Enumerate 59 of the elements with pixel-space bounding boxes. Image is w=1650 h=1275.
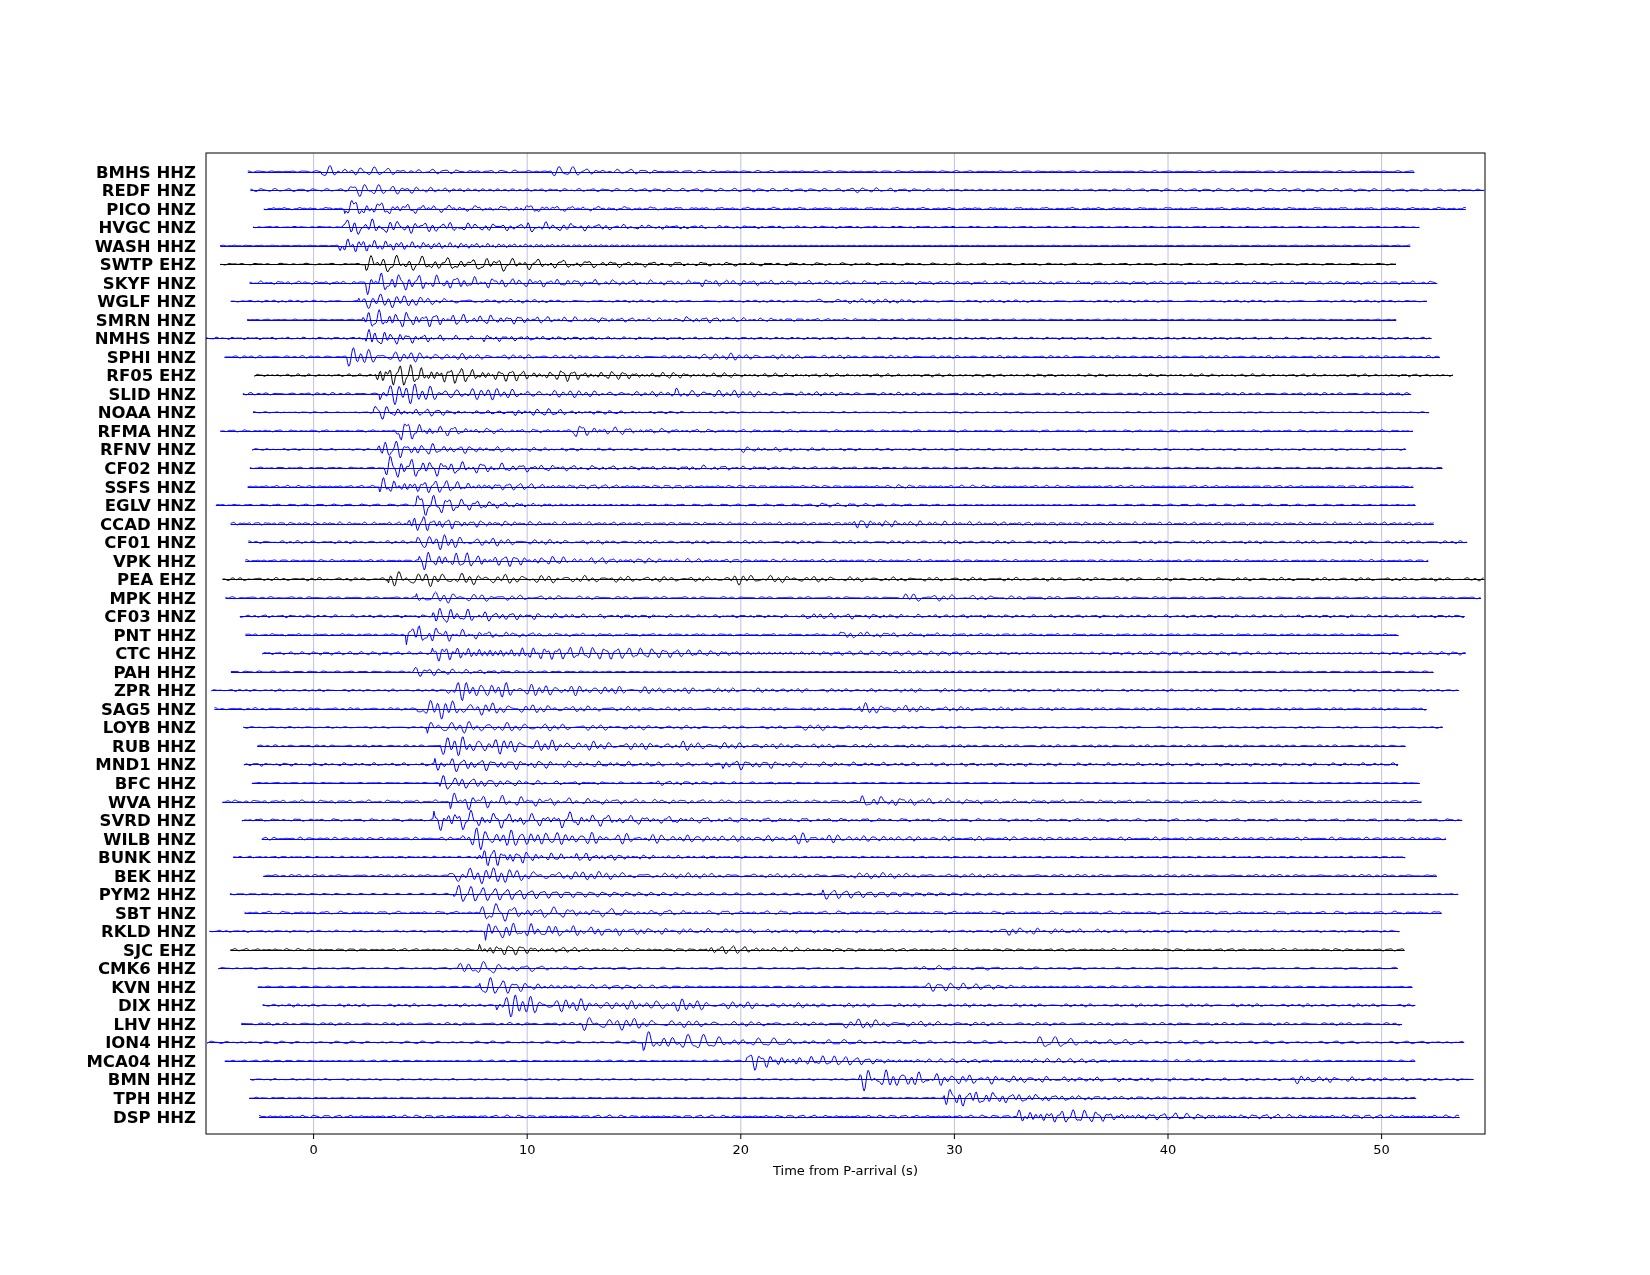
tick-label: 30 xyxy=(946,1142,963,1157)
trace-label: HVGC HNZ xyxy=(98,218,196,238)
trace-label: CF03 HNZ xyxy=(104,607,196,627)
trace-label: RKLD HNZ xyxy=(100,922,196,942)
trace-label: PAH HHZ xyxy=(113,662,196,682)
trace-label: WILB HNZ xyxy=(103,829,196,849)
tick-label: 10 xyxy=(518,1142,536,1157)
trace-label: REDF HNZ xyxy=(101,181,196,201)
tick-label: 40 xyxy=(1159,1142,1177,1157)
trace-label: SJC EHZ xyxy=(123,940,196,960)
trace-label: SBT HNZ xyxy=(114,903,196,923)
trace-label: CMK6 HHZ xyxy=(97,959,196,979)
trace-label: CTC HHZ xyxy=(115,644,196,664)
tick-label: 20 xyxy=(732,1142,750,1157)
trace-label: BEK HHZ xyxy=(114,866,196,886)
trace-label: SVRD HNZ xyxy=(99,811,196,831)
trace-label: SKYF HNZ xyxy=(102,273,196,293)
trace-label: DSP HHZ xyxy=(113,1107,196,1127)
trace-label: ION4 HHZ xyxy=(105,1033,196,1053)
trace-label: BFC HHZ xyxy=(114,773,196,793)
trace-label: RF05 EHZ xyxy=(106,366,196,386)
trace-label: BMHS HHZ xyxy=(96,162,196,182)
trace-label: LOYB HNZ xyxy=(102,718,196,738)
trace-label: TPH HHZ xyxy=(113,1088,196,1108)
tick-label: 0 xyxy=(309,1142,318,1157)
trace-label: WGLF HNZ xyxy=(97,292,196,312)
trace-label: CF02 HNZ xyxy=(104,458,196,478)
trace-label: NOAA HNZ xyxy=(97,403,196,423)
trace-label: MPK HHZ xyxy=(109,588,196,608)
trace-label: ZPR HHZ xyxy=(113,681,196,701)
trace-label: EGLV HNZ xyxy=(104,496,196,516)
trace-label: MND1 HNZ xyxy=(95,755,196,775)
trace-label: PYM2 HHZ xyxy=(98,885,196,905)
trace-label: SAG5 HNZ xyxy=(101,699,196,719)
trace-label: BMN HHZ xyxy=(107,1070,196,1090)
trace-label: CF01 HNZ xyxy=(104,533,196,553)
trace-label: KVN HHZ xyxy=(111,977,196,997)
trace-label: LHV HHZ xyxy=(113,1014,196,1034)
trace-label: PICO HNZ xyxy=(106,199,196,219)
trace-label: CCAD HNZ xyxy=(100,514,196,534)
trace-label: DIX HHZ xyxy=(118,996,196,1016)
trace-label: VPK HHZ xyxy=(113,551,196,571)
trace-label: SLID HNZ xyxy=(108,384,196,404)
trace-label: SPHI HNZ xyxy=(106,347,196,367)
trace-label: SMRN HNZ xyxy=(95,310,196,330)
trace-label: RUB HHZ xyxy=(112,736,196,756)
trace-label: WASH HHZ xyxy=(94,236,196,256)
trace-label: BUNK HNZ xyxy=(98,848,196,868)
tick-label: 50 xyxy=(1373,1142,1390,1157)
trace-label: SSFS HNZ xyxy=(104,477,196,497)
trace-label: MCA04 HHZ xyxy=(86,1051,196,1071)
trace-label: RFMA HNZ xyxy=(97,421,196,441)
trace-label: RFNV HNZ xyxy=(100,440,196,460)
trace-label: SWTP EHZ xyxy=(99,255,196,275)
trace-label: PEA EHZ xyxy=(117,570,196,590)
trace-label: WVA HHZ xyxy=(108,792,196,812)
axis-title: Time from P-arrival (s) xyxy=(773,1163,918,1178)
trace-label: PNT HHZ xyxy=(113,625,196,645)
trace-label: NMHS HNZ xyxy=(94,329,196,349)
